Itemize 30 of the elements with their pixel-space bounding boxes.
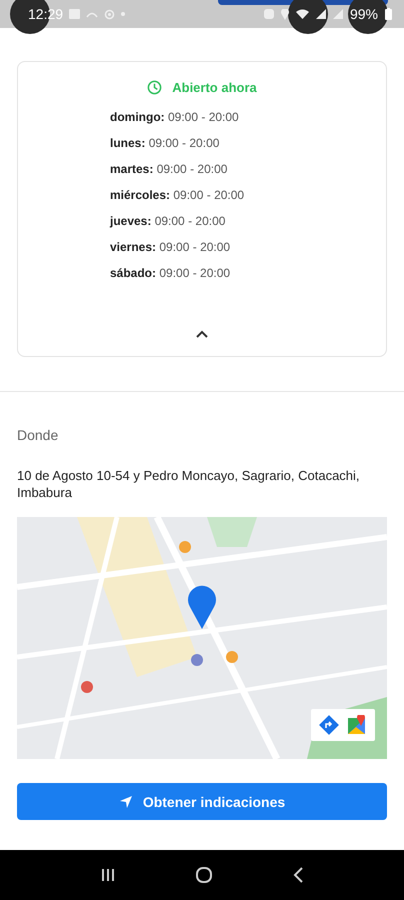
directions-button[interactable]: Obtener indicaciones	[17, 783, 387, 820]
touch-indicator	[348, 0, 388, 34]
image-icon	[69, 9, 80, 19]
wifi-icon	[296, 9, 309, 19]
opening-hours-row-text: viernes: 09:00 - 20:00	[110, 239, 232, 256]
open-status: Abierto ahora	[172, 80, 257, 95]
opening-hours-row-text: domingo: 09:00 - 20:00	[110, 109, 240, 126]
opening-hours-row-text: sábado: 09:00 - 20:00	[110, 265, 232, 282]
cast-icon	[86, 10, 98, 18]
alarm-icon	[264, 9, 274, 19]
signal-icon	[316, 9, 326, 19]
opening-hours-row-text: martes: 09:00 - 20:00	[110, 161, 228, 178]
opening-hours-row-text: lunes: 09:00 - 20:00	[110, 135, 220, 152]
battery-icon	[385, 8, 392, 20]
clock-icon	[147, 80, 162, 95]
navigation-arrow-icon	[118, 794, 133, 808]
maps-app-icon[interactable]	[347, 715, 367, 735]
opening-hours-row-text: jueves: 09:00 - 20:00	[110, 213, 226, 230]
home-icon[interactable]	[194, 866, 213, 884]
target-icon	[104, 8, 116, 20]
collapse-chevron-icon[interactable]	[196, 330, 208, 338]
section-title: Donde	[17, 427, 60, 443]
back-icon[interactable]	[292, 866, 304, 884]
location-icon	[280, 8, 289, 20]
recent-apps-icon[interactable]	[100, 867, 116, 883]
signal-icon	[332, 9, 343, 19]
address-text: 10 de Agosto 10-54 y Pedro Moncayo, Sagrario, Cotacachi, Imbabura	[17, 467, 361, 501]
opening-hours-row-text: miércoles: 09:00 - 20:00	[110, 187, 246, 204]
battery-percentage: 99%	[350, 6, 378, 22]
dot-icon	[121, 12, 126, 16]
